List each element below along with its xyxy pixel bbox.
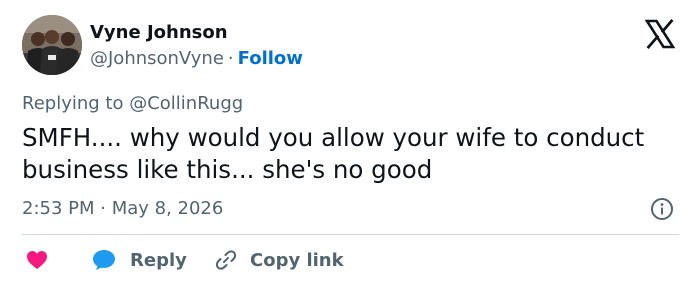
x-logo-icon[interactable] — [644, 18, 676, 50]
reply-label: Reply — [130, 249, 187, 271]
copy-link-button[interactable]: Copy link — [214, 246, 344, 274]
reply-context: Replying to @CollinRugg — [22, 93, 243, 114]
divider — [22, 234, 679, 235]
tweet-timestamp[interactable]: 2:53 PM · May 8, 2026 — [22, 198, 223, 219]
author-handle[interactable]: @JohnsonVyne — [90, 48, 224, 69]
reply-mention-link[interactable]: @CollinRugg — [129, 93, 243, 114]
info-icon[interactable] — [650, 197, 674, 221]
reply-button[interactable]: Reply — [92, 246, 187, 274]
avatar[interactable] — [22, 15, 82, 75]
copy-link-label: Copy link — [250, 249, 344, 271]
tweet-card: Vyne Johnson @JohnsonVyne · Follow Replyin… — [0, 0, 700, 287]
separator-dot: · — [227, 48, 234, 69]
link-icon — [215, 250, 237, 270]
reply-context-prefix: Replying to — [22, 93, 124, 114]
author-handle-row: @JohnsonVyne · Follow — [90, 48, 303, 69]
speech-bubble-icon — [93, 250, 115, 270]
tweet-text: SMFH.... why would you allow your wife t… — [22, 123, 645, 184]
author-name[interactable]: Vyne Johnson — [90, 22, 228, 43]
heart-icon[interactable] — [26, 250, 48, 270]
follow-button[interactable]: Follow — [238, 48, 303, 69]
